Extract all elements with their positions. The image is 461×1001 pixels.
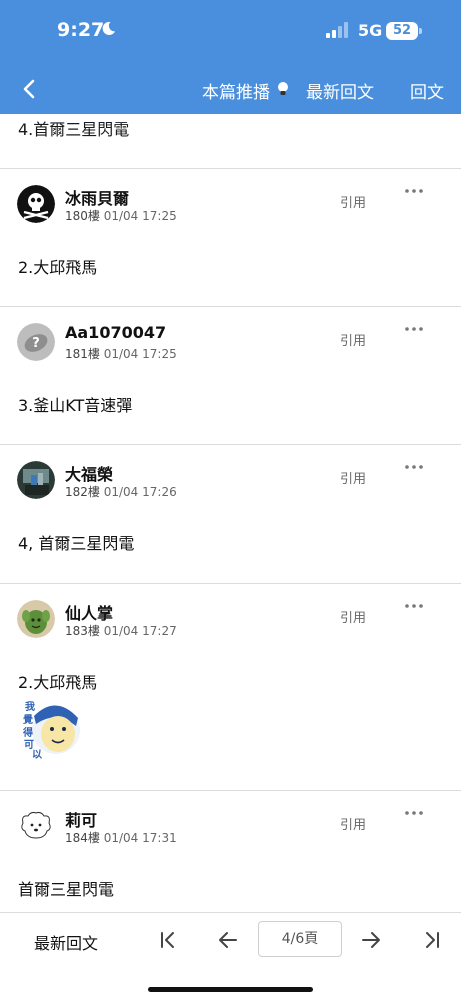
svg-text:以: 以	[32, 749, 42, 760]
signal-icon	[326, 22, 348, 38]
author-name[interactable]: 大福榮	[65, 461, 113, 485]
network-label: 5G	[358, 21, 383, 40]
bottom-nav-bar: 最新回文 4/6頁	[0, 912, 461, 1001]
post-body: 首爾三星閃電	[18, 880, 115, 899]
svg-text:得: 得	[22, 726, 33, 739]
post-meta: 180樓 01/04 17:25	[65, 207, 177, 224]
next-page-icon[interactable]	[360, 929, 382, 951]
floor-number: 181樓	[65, 347, 100, 361]
more-icon[interactable]	[404, 462, 424, 472]
post-time: 01/04 17:25	[103, 209, 177, 223]
post-time: 01/04 17:26	[103, 485, 177, 499]
divider	[0, 444, 461, 445]
battery-tip	[419, 28, 422, 34]
author-name[interactable]: 莉可	[65, 807, 97, 831]
post-meta: 182樓 01/04 17:26	[65, 483, 177, 500]
latest-reply-button[interactable]: 最新回文	[306, 78, 374, 103]
post-meta: 183樓 01/04 17:27	[65, 622, 177, 639]
svg-text:?: ?	[32, 336, 40, 351]
post-meta: 184樓 01/04 17:31	[65, 829, 177, 846]
svg-text:覺: 覺	[22, 713, 33, 726]
post-body-partial: 4.首爾三星閃電	[18, 120, 130, 139]
quote-button[interactable]: 引用	[340, 607, 366, 626]
battery-icon: 52	[386, 22, 418, 40]
skull-avatar[interactable]	[17, 185, 55, 223]
post-body: 3.釜山KT音速彈	[18, 396, 133, 415]
quote-button[interactable]: 引用	[340, 468, 366, 487]
quote-button[interactable]: 引用	[340, 330, 366, 349]
author-name[interactable]: 仙人掌	[65, 600, 113, 624]
post-time: 01/04 17:27	[103, 624, 177, 638]
sticker-image: 我 覺 得 可 以	[22, 700, 80, 760]
push-notify-button[interactable]: 本篇推播	[202, 78, 270, 103]
cactus-avatar[interactable]	[17, 600, 55, 638]
quote-button[interactable]: 引用	[340, 192, 366, 211]
post-meta: 181樓 01/04 17:25	[65, 345, 177, 362]
floor-number: 183樓	[65, 624, 100, 638]
more-icon[interactable]	[404, 324, 424, 334]
reply-button[interactable]: 回文	[410, 78, 444, 103]
top-header: 9:27 5G 52 本篇推播 最新回文 回文	[0, 0, 461, 114]
post-body: 2.大邱飛馬	[18, 673, 98, 692]
author-name[interactable]: 冰雨貝爾	[65, 185, 129, 209]
floor-number: 184樓	[65, 831, 100, 845]
quote-button[interactable]: 引用	[340, 814, 366, 833]
moon-icon	[102, 21, 116, 35]
post-time: 01/04 17:31	[103, 831, 177, 845]
post-body: 4, 首爾三星閃電	[18, 534, 135, 553]
svg-text:我: 我	[25, 700, 35, 713]
page-indicator[interactable]: 4/6頁	[258, 921, 342, 957]
post-time: 01/04 17:25	[103, 347, 177, 361]
divider	[0, 306, 461, 307]
latest-reply-button[interactable]: 最新回文	[34, 930, 98, 954]
prev-page-icon[interactable]	[217, 929, 239, 951]
author-name[interactable]: Aa1070047	[65, 323, 166, 342]
last-page-icon[interactable]	[421, 929, 443, 951]
divider	[0, 790, 461, 791]
status-time: 9:27	[57, 19, 105, 41]
floor-number: 182樓	[65, 485, 100, 499]
back-icon[interactable]	[20, 78, 40, 100]
dog-avatar[interactable]	[17, 807, 55, 845]
more-icon[interactable]	[404, 186, 424, 196]
divider	[0, 583, 461, 584]
divider	[0, 168, 461, 169]
home-indicator	[148, 987, 313, 992]
default-avatar[interactable]: ?	[17, 323, 55, 361]
floor-number: 180樓	[65, 209, 100, 223]
more-icon[interactable]	[404, 808, 424, 818]
landscape-avatar[interactable]	[17, 461, 55, 499]
post-body: 2.大邱飛馬	[18, 258, 98, 277]
bulb-icon[interactable]	[277, 81, 289, 97]
more-icon[interactable]	[404, 601, 424, 611]
first-page-icon[interactable]	[157, 929, 179, 951]
